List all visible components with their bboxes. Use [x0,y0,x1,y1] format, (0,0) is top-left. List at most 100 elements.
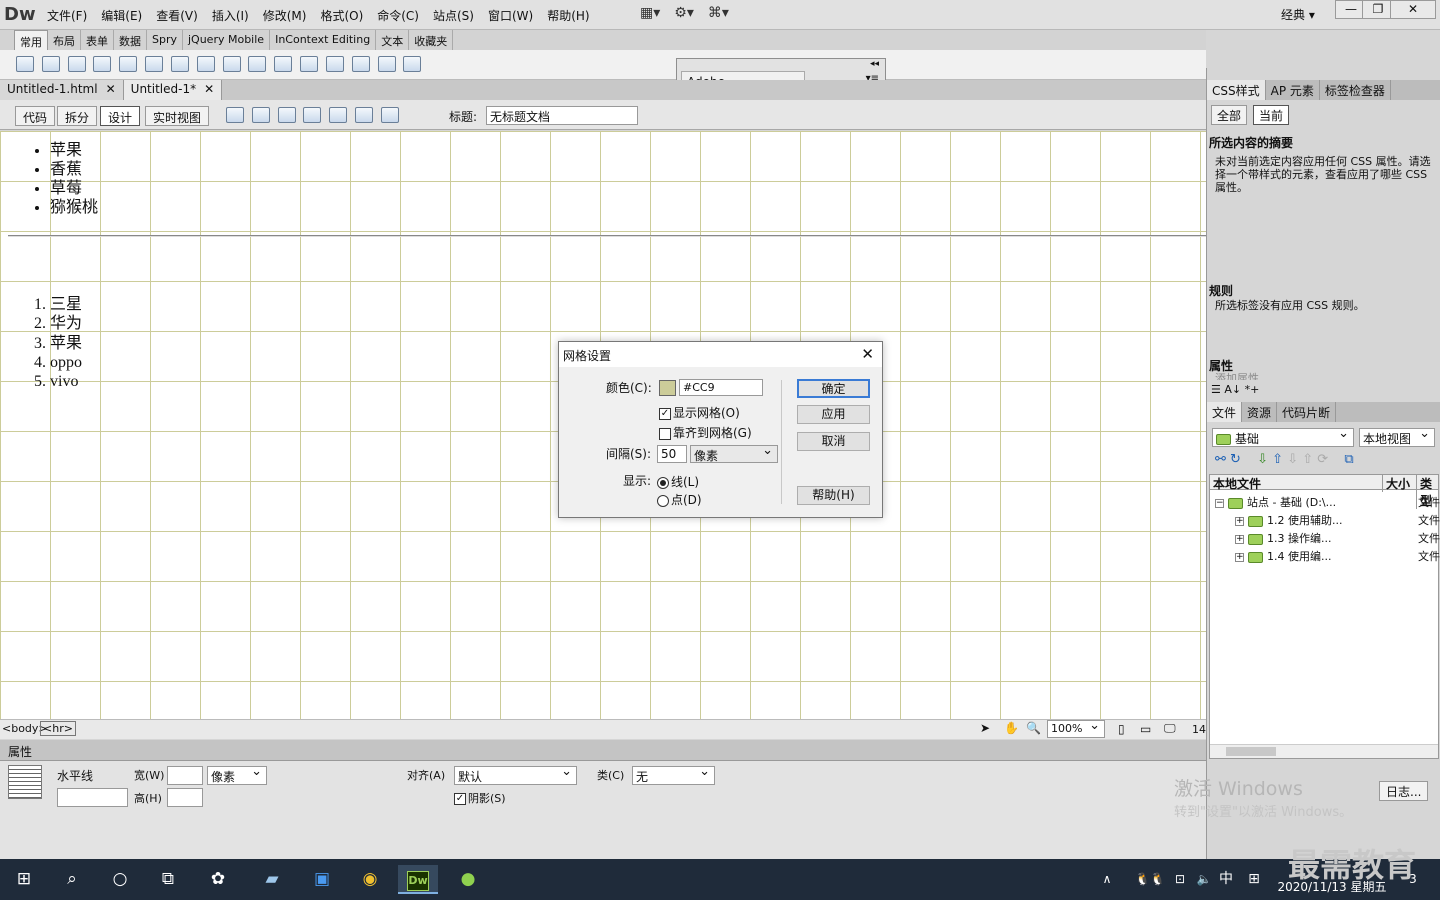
tree-item[interactable]: +1.2 使用辅助... [1235,512,1342,528]
tab-incontext-editing[interactable]: InContext Editing [270,30,377,50]
dot-radio[interactable]: 点(D) [657,491,702,508]
shadow-checkbox[interactable]: ✓ 阴影(S) [454,790,506,806]
color-swatch[interactable] [659,380,676,396]
hand-tool-icon[interactable]: ✋ [1004,721,1019,735]
live-view-button[interactable]: 实时视图 [145,106,210,126]
set-props-icon[interactable]: *+ [1245,383,1260,396]
w3c-validation-icon[interactable] [303,107,322,123]
notes-app-icon[interactable]: ▰ [252,865,292,894]
doc-tab-1[interactable]: Untitled-1.html ✕ [0,80,124,100]
script-icon[interactable] [351,56,370,72]
category-view-icon[interactable]: ☰ [1211,383,1221,396]
tray-expand-icon[interactable]: ∧ [1098,865,1116,894]
design-view-button[interactable]: 设计 [100,106,141,126]
panel-collapse-icon[interactable]: ◂◂ [870,59,879,69]
hyperlink-icon[interactable] [16,56,34,72]
list-item[interactable]: 苹果 [50,334,82,353]
tab-css-styles[interactable]: CSS样式 [1207,80,1266,100]
mobile-size-icon[interactable]: ▯ [1118,722,1125,736]
list-item[interactable]: 猕猴桃 [50,198,98,217]
log-button[interactable]: 日志... [1379,781,1429,801]
menu-window[interactable]: 窗口(W) [488,7,533,24]
tab-files[interactable]: 文件 [1207,402,1243,422]
tab-data[interactable]: 数据 [114,30,147,50]
collapse-icon[interactable]: − [1215,498,1224,508]
melon-app-icon[interactable]: ● [448,865,488,894]
tab-ap-elements[interactable]: AP 元素 [1266,80,1320,100]
close-icon[interactable]: ✕ [861,345,874,363]
tab-spry[interactable]: Spry [147,30,183,50]
list-item[interactable]: 苹果 [50,141,98,160]
table-icon[interactable] [119,56,138,72]
close-icon[interactable]: ✕ [106,82,116,96]
spacing-input[interactable]: 50 [657,445,687,463]
spacing-unit-select[interactable]: 像素 [690,443,778,463]
checkin-icon[interactable]: ⇧ [1302,452,1313,467]
menu-file[interactable]: 文件(F) [47,7,87,24]
expand-icon[interactable]: + [1235,552,1244,562]
tab-assets[interactable]: 资源 [1242,402,1278,422]
menu-view[interactable]: 查看(V) [156,7,198,24]
refresh-icon[interactable]: ↻ [1230,452,1241,467]
list-item[interactable]: 华为 [50,314,82,333]
phone-list[interactable]: 三星 华为 苹果 oppo vivo [50,295,82,391]
image-icon[interactable] [170,56,189,72]
tab-text[interactable]: 文本 [376,30,410,50]
site-select[interactable]: 基础 [1212,426,1354,447]
scroll-thumb[interactable] [1226,747,1276,756]
multiscreen-icon[interactable] [226,107,244,123]
cancel-button[interactable]: 取消 [797,432,870,451]
view-select[interactable]: 本地视图 [1359,426,1435,447]
list-item[interactable]: 三星 [50,295,82,314]
ok-button[interactable]: 确定 [797,379,870,398]
color-input[interactable]: #CC9 [679,379,763,396]
align-select[interactable]: 默认 [454,764,577,785]
tab-tag-inspector[interactable]: 标签检查器 [1320,80,1391,100]
div-icon[interactable] [145,56,164,72]
width-input[interactable] [167,766,203,785]
horizontal-rule[interactable] [8,235,1206,237]
dreamweaver-taskbar-icon[interactable]: Dw [398,865,438,894]
ime-indicator[interactable]: 中 [1216,865,1236,894]
media-icon[interactable] [196,56,215,72]
col-local[interactable]: 本地文件 [1213,475,1261,492]
desktop-size-icon[interactable]: 🖵 [1164,721,1176,736]
preview-browser-icon[interactable] [251,107,270,123]
menu-modify[interactable]: 修改(M) [263,7,307,24]
menu-insert[interactable]: 插入(I) [212,7,249,24]
zoom-tool-icon[interactable]: 🔍 [1026,721,1041,735]
tag-chooser-icon[interactable] [403,56,422,72]
tree-root[interactable]: − 站点 - 基础 (D:\... [1215,494,1336,510]
select-tool-icon[interactable]: ➤ [980,721,990,735]
doc-tab-2[interactable]: Untitled-1* ✕ [123,80,223,100]
apply-button[interactable]: 应用 [797,405,870,424]
horizontal-scrollbar[interactable] [1210,744,1438,758]
menu-commands[interactable]: 命令(C) [377,7,419,24]
menu-help[interactable]: 帮助(H) [547,7,589,24]
date-icon[interactable] [248,56,267,72]
wps-app-icon[interactable]: ▣ [302,865,342,894]
tab-jquery-mobile[interactable]: jQuery Mobile [183,30,271,50]
comment-icon[interactable] [300,56,319,72]
layout-icon[interactable]: ▦▾ [640,5,660,21]
pinwheel-app-icon[interactable]: ✿ [198,865,238,894]
height-input[interactable] [167,788,203,807]
sync-icon[interactable]: ⟳ [1317,452,1328,467]
server-include-icon[interactable] [274,56,293,72]
network-icon[interactable]: ⊡ [1170,865,1190,894]
put-files-icon[interactable]: ⇧ [1272,452,1283,467]
tablet-size-icon[interactable]: ▭ [1140,722,1151,736]
tree-item[interactable]: +1.4 使用编... [1235,548,1331,564]
snap-grid-checkbox[interactable]: 靠齐到网格(G) [659,424,752,441]
title-input[interactable]: 无标题文档 [486,106,638,125]
connect-icon[interactable]: ⚯ [1215,452,1226,467]
template-icon[interactable] [377,56,396,72]
cortana-icon[interactable]: ○ [100,865,140,894]
widget-icon[interactable] [222,56,241,72]
tab-common[interactable]: 常用 [14,30,48,50]
tab-snippets[interactable]: 代码片断 [1277,402,1337,422]
list-item[interactable]: vivo [50,372,82,391]
menu-edit[interactable]: 编辑(E) [101,7,142,24]
tree-item[interactable]: +1.3 操作编... [1235,530,1331,546]
windows-start-icon[interactable]: ⊞ [4,865,44,894]
